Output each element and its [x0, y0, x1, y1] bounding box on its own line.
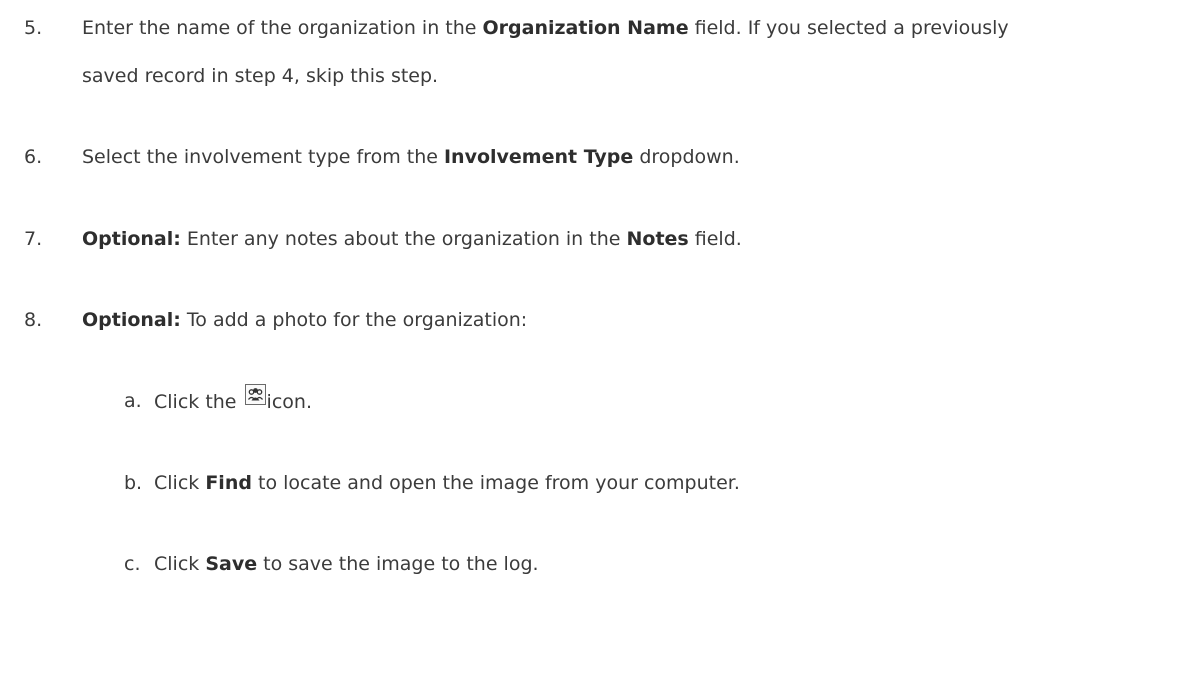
- substep-text: Click Save to save the image to the log.: [154, 553, 539, 575]
- optional-label: Optional:: [82, 309, 181, 331]
- step-text: Enter the name of the organization in th…: [82, 17, 1009, 39]
- step-number: 5.: [24, 17, 43, 39]
- instructions-document: 5. Enter the name of the organization in…: [0, 0, 1187, 698]
- substep-letter: b.: [124, 472, 143, 494]
- step-number: 7.: [24, 228, 43, 250]
- group-photo-icon: [244, 384, 266, 405]
- field-name-involvement-type: Involvement Type: [443, 146, 634, 168]
- substep-text: Click Find to locate and open the image …: [154, 472, 740, 494]
- step-number: 8.: [24, 309, 43, 331]
- step-number: 6.: [24, 146, 43, 168]
- step-text: Optional: To add a photo for the organiz…: [82, 309, 528, 331]
- field-name-notes: Notes: [626, 228, 689, 250]
- optional-label: Optional:: [82, 228, 181, 250]
- step-text: saved record in step 4, skip this step.: [82, 65, 439, 87]
- substep-text: Click the icon.: [154, 384, 312, 414]
- substep-letter: a.: [124, 390, 142, 412]
- button-name-save: Save: [205, 553, 258, 575]
- step-text: Optional: Enter any notes about the orga…: [82, 228, 742, 250]
- button-name-find: Find: [205, 472, 252, 494]
- step-text: Select the involvement type from the Inv…: [82, 146, 740, 168]
- substep-letter: c.: [124, 553, 141, 575]
- field-name-organization-name: Organization Name: [482, 17, 689, 39]
